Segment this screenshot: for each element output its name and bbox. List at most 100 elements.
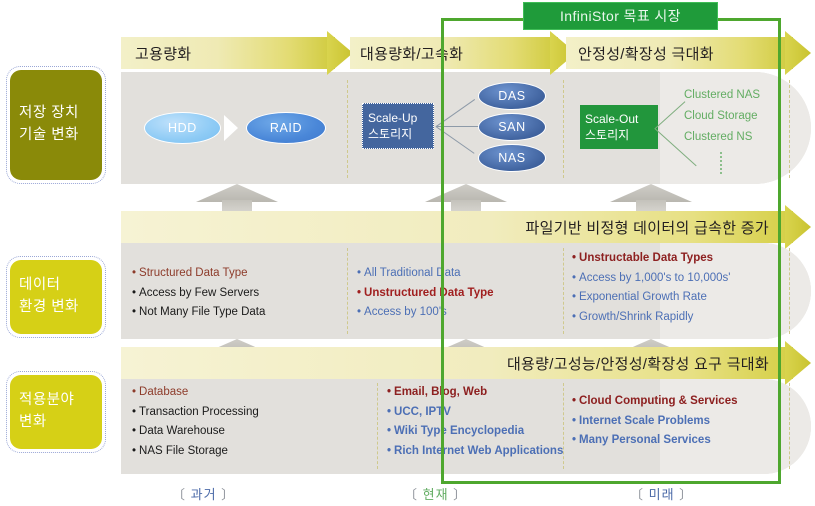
- apply-col-sep-1: [377, 383, 378, 469]
- sidebar-item-storage-tech-change[interactable]: 저장 장치 기술 변화: [6, 66, 106, 184]
- timeline-label: 미래: [648, 487, 675, 502]
- list-item-label: Unstructable Data Types: [579, 252, 714, 264]
- list-item: • Exponential Growth Rate: [572, 288, 730, 308]
- list-item: • Rich Internet Web Applications: [387, 442, 563, 462]
- bullet-dot-icon: •: [387, 425, 392, 437]
- list-item-label: Not Many File Type Data: [139, 306, 266, 318]
- list-item: • Unstructable Data Types: [572, 249, 730, 269]
- data-future-bullets: • Unstructable Data Types • Access by 1,000…: [572, 249, 730, 327]
- scale-up-line2: 스토리지: [368, 127, 413, 141]
- up-arrow-past-1b: [196, 184, 278, 214]
- list-item-label: Transaction Processing: [139, 405, 259, 418]
- infinistor-badge: InfiniStor 목표 시장: [523, 2, 718, 30]
- timeline-past: 〔 과거 〕: [172, 484, 235, 503]
- list-item: • Growth/Shrink Rapidly: [572, 308, 730, 328]
- bullet-dot-icon: •: [132, 444, 137, 457]
- bullet-dot-icon: •: [132, 286, 137, 299]
- ellipsis-vertical-icon: [720, 152, 722, 174]
- list-item-label: Rich Internet Web Applications: [394, 444, 564, 457]
- storage-banner-2-label: 대용량화/고속화: [360, 45, 464, 63]
- san-ellipse: SAN: [478, 113, 546, 141]
- chip-line2: 환경 변화: [19, 299, 79, 315]
- sidebar-item-application-change[interactable]: 적용분야 변화: [6, 371, 106, 453]
- storage-banner-3-label: 안정성/확장성 극대화: [578, 45, 714, 63]
- list-item: • All Traditional Data: [357, 264, 494, 284]
- san-label: SAN: [498, 120, 526, 134]
- list-item: • Many Personal Services: [572, 431, 738, 451]
- timeline-bracket-close: 〕: [674, 487, 694, 502]
- bullet-dot-icon: •: [572, 252, 577, 264]
- data-present-bullets: • All Traditional Data • Unstructured Data …: [357, 264, 494, 323]
- chip-line1: 적용분야: [19, 392, 75, 409]
- timeline-future: 〔 미래 〕: [630, 484, 693, 503]
- list-item-label: Access by Few Servers: [139, 286, 260, 299]
- list-item-label: UCC, IPTV: [394, 405, 451, 418]
- list-item-label: Wiki Type Encyclopedia: [394, 425, 525, 437]
- list-item: • Cloud Computing & Services: [572, 392, 738, 412]
- chip-line1: 저장 장치: [19, 105, 79, 122]
- list-item-label: NAS File Storage: [139, 444, 228, 457]
- apply-banner-label: 대용량/고성능/안정성/확장성 요구 극대화: [506, 355, 769, 373]
- sidebar-item-data-env-change[interactable]: 데이터 환경 변화: [6, 256, 106, 338]
- chip-body: 적용분야 변화: [10, 375, 102, 449]
- list-item: • Access by 1,000's to 10,000s': [572, 269, 730, 289]
- storage-col-sep-2: [563, 80, 564, 178]
- bullet-dot-icon: •: [572, 434, 577, 446]
- chip-line2: 변화: [19, 414, 47, 430]
- apply-future-bullets: • Cloud Computing & Services • Internet Sca…: [572, 392, 738, 451]
- scale-up-box: Scale-Up 스토리지: [362, 103, 434, 149]
- raid-label: RAID: [269, 121, 303, 135]
- bullet-dot-icon: •: [387, 405, 392, 418]
- timeline-present: 〔 현재 〕: [404, 484, 467, 503]
- data-banner-label: 파일기반 비정형 데이터의 급속한 증가: [525, 219, 769, 237]
- chevron-right-icon: [785, 31, 811, 75]
- bullet-dot-icon: •: [132, 386, 137, 398]
- list-item: • Access by 100's: [357, 303, 494, 323]
- das-label: DAS: [498, 89, 526, 103]
- bullet-dot-icon: •: [357, 267, 362, 279]
- raid-ellipse: RAID: [246, 112, 326, 144]
- list-item-label: Email, Blog, Web: [394, 386, 488, 398]
- bullet-dot-icon: •: [387, 386, 392, 398]
- nas-label: NAS: [498, 151, 526, 165]
- list-item: • Data Warehouse: [132, 422, 259, 442]
- apply-past-bullets: • Database • Transaction Processing • Data Wa…: [132, 383, 259, 461]
- clustered-nas-label: Clustered NAS: [684, 89, 761, 101]
- timeline-bracket-close: 〕: [448, 487, 468, 502]
- diagram-canvas: 고용량화 대용량화/고속화 안정성/확장성 극대화 HDD RAID Scale…: [0, 0, 815, 506]
- up-arrow-present-1: [425, 184, 507, 214]
- list-item-label: Growth/Shrink Rapidly: [579, 310, 694, 323]
- list-item-label: Access by 1,000's to 10,000s': [579, 271, 731, 284]
- list-item: • Access by Few Servers: [132, 284, 265, 304]
- bullet-dot-icon: •: [357, 286, 362, 299]
- data-col-sep-2: [563, 248, 564, 334]
- timeline-bracket-close: 〕: [216, 487, 236, 502]
- list-item: • NAS File Storage: [132, 442, 259, 462]
- list-item: • Internet Scale Problems: [572, 412, 738, 432]
- nas-ellipse: NAS: [478, 144, 546, 172]
- scale-up-line1: Scale-Up: [368, 111, 418, 125]
- storage-col-sep-3: [789, 80, 790, 178]
- list-item-label: Cloud Computing & Services: [579, 395, 738, 407]
- list-item-label: Many Personal Services: [579, 434, 711, 446]
- chip-body: 저장 장치 기술 변화: [10, 70, 102, 180]
- list-item: • Unstructured Data Type: [357, 284, 494, 304]
- list-item: • Not Many File Type Data: [132, 303, 265, 323]
- up-arrow-future-1: [610, 184, 692, 214]
- apply-col-sep-3: [789, 383, 790, 469]
- bullet-dot-icon: •: [132, 425, 137, 437]
- hdd-ellipse: HDD: [144, 112, 221, 144]
- chevron-right-icon: [785, 205, 811, 249]
- storage-banner-2: 대용량화/고속화: [350, 31, 576, 75]
- bullet-dot-icon: •: [132, 405, 137, 418]
- list-item-label: Internet Scale Problems: [579, 414, 711, 427]
- chip-line1: 데이터: [19, 277, 61, 294]
- timeline-label: 현재: [422, 487, 449, 502]
- bullet-dot-icon: •: [572, 291, 577, 303]
- data-col-sep-1: [347, 248, 348, 334]
- list-item-label: Data Warehouse: [139, 425, 225, 437]
- list-item: • Structured Data Type: [132, 264, 265, 284]
- bullet-dot-icon: •: [572, 414, 577, 427]
- bullet-dot-icon: •: [572, 310, 577, 323]
- chevron-right-icon: [785, 341, 811, 385]
